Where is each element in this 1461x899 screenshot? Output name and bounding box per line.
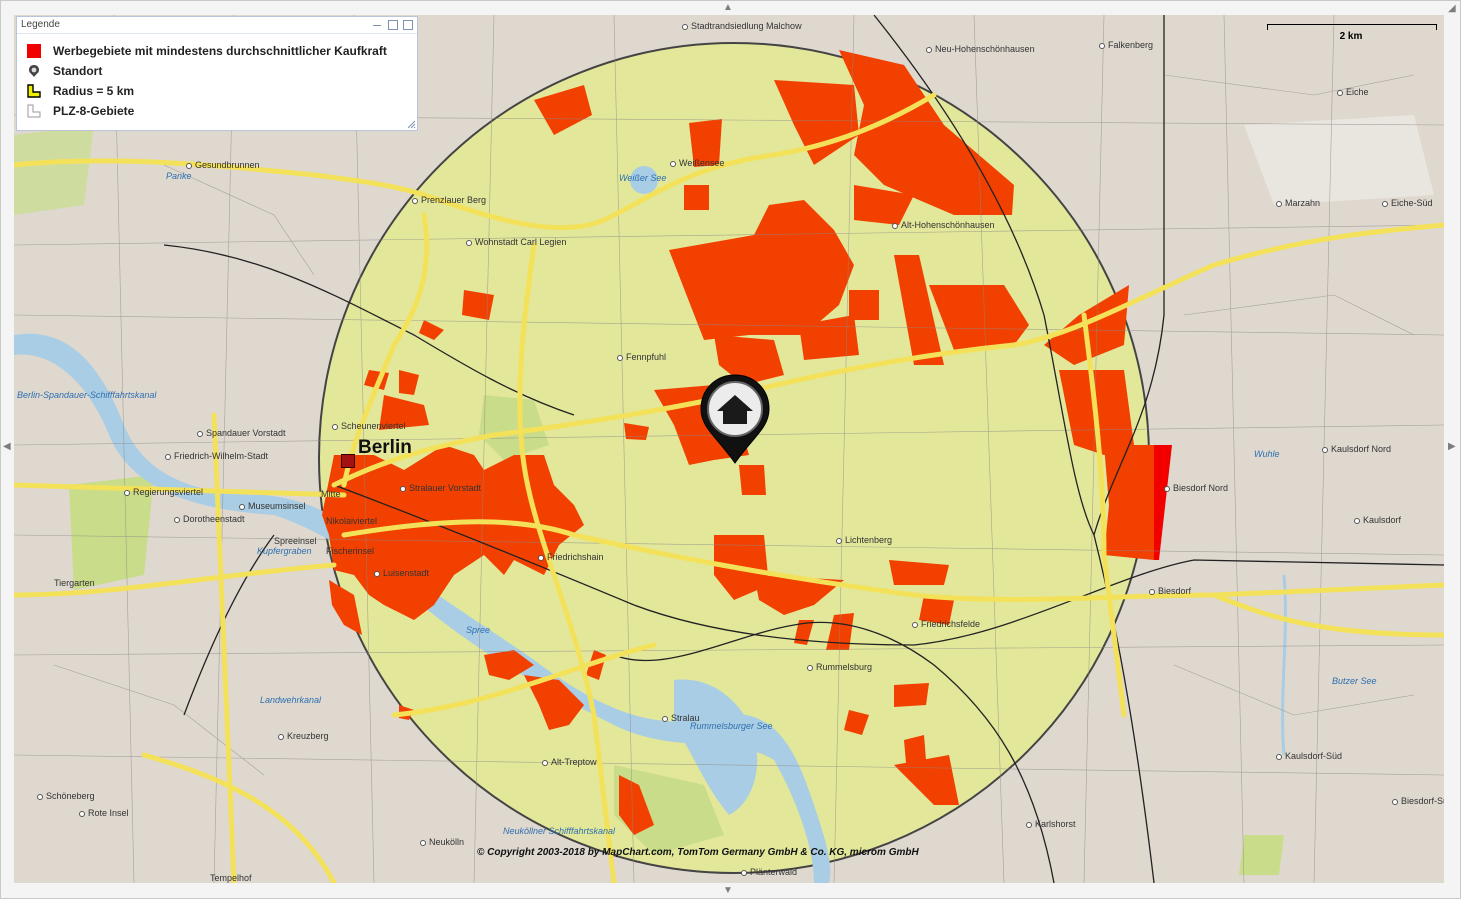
place-label: Neu-Hohenschönhausen — [926, 44, 1035, 54]
place-label: Fischerinsel — [326, 546, 375, 556]
place-label: Alt-Hohenschönhausen — [892, 220, 995, 230]
pan-down-icon[interactable]: ▼ — [723, 885, 733, 896]
water-label: Panke — [166, 171, 192, 181]
legend-item-label: Standort — [53, 64, 103, 78]
place-label: Plänterwald — [741, 867, 797, 877]
legend-item: Werbegebiete mit mindestens durchschnitt… — [27, 41, 387, 61]
place-label: Stadtrandsiedlung Malchow — [682, 21, 802, 31]
place-label: Museumsinsel — [239, 501, 306, 511]
place-label: Stralauer Vorstadt — [400, 483, 481, 493]
map-viewport-frame: Stadtrandsiedlung Malchow Neu-Hohenschön… — [0, 0, 1461, 899]
park-area — [1244, 115, 1434, 205]
place-label: Kreuzberg — [278, 731, 329, 741]
place-label: Wohnstadt Carl Legien — [466, 237, 566, 247]
red-square-icon — [27, 44, 41, 58]
place-label: Schöneberg — [37, 791, 95, 801]
pan-up-icon[interactable]: ▲ — [723, 2, 733, 13]
location-pin-icon — [27, 64, 41, 78]
place-label: Kaulsdorf-Süd — [1276, 751, 1342, 761]
plz-polygon-icon — [27, 104, 41, 118]
place-label: Regierungsviertel — [124, 487, 203, 497]
scale-bar-line — [1267, 24, 1437, 30]
place-label: Marzahn — [1276, 198, 1320, 208]
place-label: Kaulsdorf Nord — [1322, 444, 1391, 454]
water-label: Butzer See — [1332, 676, 1377, 686]
city-marker-icon[interactable] — [341, 454, 355, 468]
legend-panel[interactable]: Legende Werbegebiete mit mindestens durc… — [16, 16, 418, 131]
legend-item-label: Werbegebiete mit mindestens durchschnitt… — [53, 44, 387, 58]
minimize-icon[interactable] — [373, 25, 381, 27]
place-label: Spreeinsel — [274, 536, 317, 546]
location-pin-icon[interactable] — [697, 373, 773, 465]
legend-item: PLZ-8-Gebiete — [27, 101, 387, 121]
park-area — [14, 125, 94, 215]
place-label: Rote Insel — [79, 808, 129, 818]
place-label: Mitte — [321, 489, 341, 499]
water-label: Landwehrkanal — [260, 695, 322, 705]
restore-icon[interactable] — [388, 20, 398, 30]
water-label: Berlin-Spandauer-Schifffahrtskanal — [17, 390, 157, 400]
place-label: Dorotheenstadt — [174, 514, 245, 524]
place-label: Karlshorst — [1026, 819, 1076, 829]
place-label: Gesundbrunnen — [186, 160, 260, 170]
place-label: Alt-Treptow — [542, 757, 597, 767]
place-label: Eiche-Süd — [1382, 198, 1433, 208]
legend-list: Werbegebiete mit mindestens durchschnitt… — [27, 41, 387, 121]
water-label: Spree — [466, 625, 491, 635]
place-label: Falkenberg — [1099, 40, 1153, 50]
resize-grip-icon[interactable] — [407, 120, 416, 129]
corner-handle-icon[interactable]: ◢ — [1448, 3, 1456, 14]
place-label: Luisenstadt — [374, 568, 429, 578]
place-label: Neukölln — [420, 837, 464, 847]
legend-header: Legende — [17, 17, 417, 34]
legend-item-label: PLZ-8-Gebiete — [53, 104, 135, 118]
place-label: Biesdorf Nord — [1164, 483, 1228, 493]
water-label: Rummelsburger See — [690, 721, 773, 731]
legend-title: Legende — [21, 19, 60, 30]
city-label: Berlin — [358, 437, 412, 458]
pan-left-icon[interactable]: ◀ — [3, 441, 11, 452]
river-wuhle — [1281, 574, 1287, 756]
legend-item: Radius = 5 km — [27, 81, 387, 101]
place-label: Rummelsburg — [807, 662, 872, 672]
maximize-icon[interactable] — [403, 20, 413, 30]
water-label: Weißer See — [619, 173, 667, 183]
pan-right-icon[interactable]: ▶ — [1448, 441, 1456, 452]
legend-item-label: Radius = 5 km — [53, 84, 135, 98]
place-label: Eiche — [1337, 87, 1369, 97]
radius-polygon-icon — [27, 84, 41, 98]
place-label: Scheunenviertel — [332, 421, 406, 431]
water-label: Kupfergraben — [257, 546, 312, 556]
place-label: Friedrich-Wilhelm-Stadt — [165, 451, 268, 461]
place-label: Prenzlauer Berg — [412, 195, 486, 205]
place-label: Nikolaiviertel — [326, 516, 378, 526]
place-label: Friedrichsfelde — [912, 619, 980, 629]
place-label: Lichtenberg — [836, 535, 892, 545]
water-label: Neuköllner Schifffahrtskanal — [503, 826, 616, 836]
place-label: Biesdorf — [1149, 586, 1191, 596]
place-label: Weißensee — [670, 158, 724, 168]
map-canvas[interactable]: Stadtrandsiedlung Malchow Neu-Hohenschön… — [14, 15, 1444, 883]
place-label: Spandauer Vorstadt — [197, 428, 286, 438]
place-label: Kaulsdorf — [1354, 515, 1401, 525]
park-area — [1239, 835, 1284, 875]
legend-item: Standort — [27, 61, 387, 81]
place-label: Fennpfuhl — [617, 352, 666, 362]
place-label: Tiergarten — [54, 578, 95, 588]
copyright-notice: © Copyright 2003-2018 by MapChart.com, T… — [477, 847, 919, 858]
place-label: Tempelhof — [210, 873, 252, 883]
scale-bar: 2 km — [1267, 21, 1437, 47]
place-label: Biesdorf-Süd — [1392, 796, 1444, 806]
place-label: Friedrichshain — [538, 552, 604, 562]
water-label: Wuhle — [1254, 449, 1280, 459]
scale-bar-label: 2 km — [1339, 31, 1363, 42]
